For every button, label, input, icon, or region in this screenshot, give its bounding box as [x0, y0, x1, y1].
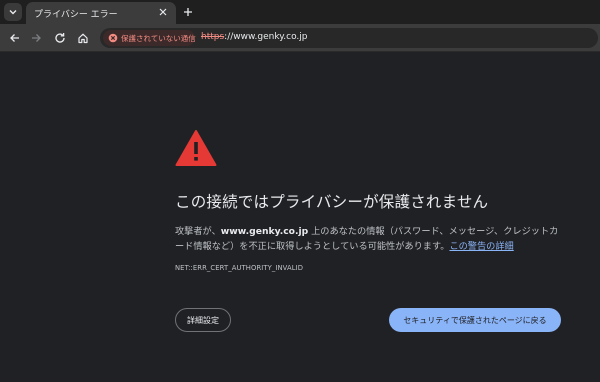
address-bar[interactable]: 保護されていない通信 https://www.genky.co.jp [100, 28, 598, 48]
close-icon [159, 8, 167, 16]
url-host: ://www.genky.co.jp [224, 32, 308, 42]
new-tab-button[interactable] [180, 4, 196, 20]
tab-close-button[interactable] [156, 5, 170, 19]
chevron-down-icon [9, 10, 17, 15]
advanced-button[interactable]: 詳細設定 [175, 308, 231, 332]
home-icon [78, 33, 88, 44]
explanation-prefix: 攻撃者が、 [175, 226, 221, 237]
reload-icon [55, 33, 65, 43]
tab-strip: プライバシー エラー [0, 0, 600, 24]
tab-title: プライバシー エラー [34, 9, 118, 20]
reload-button[interactable] [52, 30, 68, 46]
back-button[interactable] [7, 30, 23, 46]
url-scheme: https [201, 32, 225, 42]
arrow-right-icon [32, 34, 41, 42]
arrow-left-icon [10, 34, 19, 42]
learn-more-link[interactable]: この警告の詳細 [449, 241, 513, 252]
page-heading: この接続ではプライバシーが保護されません [175, 193, 489, 211]
back-to-safety-button[interactable]: セキュリティで保護されたページに戻る [389, 308, 561, 332]
warning-triangle-icon [175, 130, 217, 166]
home-button[interactable] [75, 30, 91, 46]
forward-button[interactable] [28, 30, 44, 46]
plus-icon [184, 8, 192, 16]
tab-privacy-error[interactable]: プライバシー エラー [26, 2, 176, 24]
not-secure-icon [108, 33, 118, 43]
browser-toolbar: 保護されていない通信 https://www.genky.co.jp [0, 24, 600, 52]
explanation-text: 攻撃者が、www.genky.co.jp 上のあなたの情報（パスワード、メッセー… [175, 224, 565, 254]
privacy-error-page: この接続ではプライバシーが保護されません 攻撃者が、www.genky.co.j… [0, 53, 600, 382]
explanation-domain: www.genky.co.jp [220, 226, 309, 237]
security-label: 保護されていない通信 [121, 33, 196, 43]
tab-search-button[interactable] [4, 3, 22, 21]
security-chip[interactable]: 保護されていない通信 [103, 30, 196, 46]
error-code: NET::ERR_CERT_AUTHORITY_INVALID [175, 264, 304, 272]
url-text[interactable]: https://www.genky.co.jp [201, 32, 308, 42]
